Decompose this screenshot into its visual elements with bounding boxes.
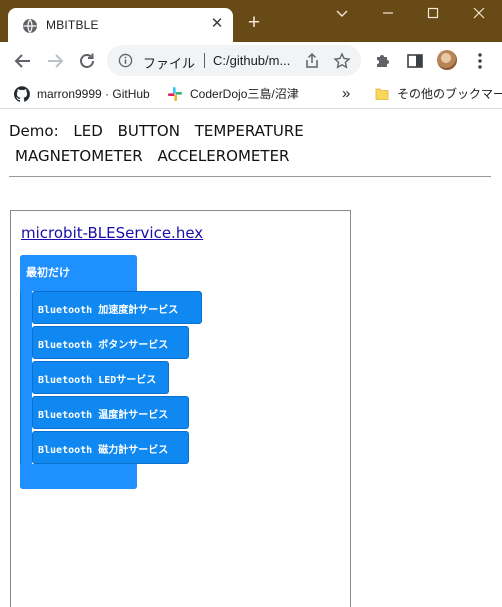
demo-link-magnetometer[interactable]: MAGNETOMETER	[15, 147, 143, 165]
new-tab-button[interactable]: +	[243, 12, 265, 35]
maximize-icon	[427, 7, 439, 19]
share-icon[interactable]	[303, 52, 321, 70]
hex-download-link[interactable]: microbit-BLEService.hex	[21, 224, 203, 242]
chevron-down-icon	[336, 10, 348, 17]
profile-avatar[interactable]	[437, 50, 457, 70]
demo-label: Demo:	[9, 122, 59, 140]
browser-toolbar: ファイル C:/github/m...	[0, 42, 502, 79]
block-label: Bluetooth 磁力計サービス	[38, 445, 169, 456]
back-arrow-icon[interactable]	[12, 50, 34, 72]
forward-arrow-icon[interactable]	[44, 50, 66, 72]
side-panel-icon[interactable]	[405, 51, 425, 71]
on-start-block-footer	[20, 464, 137, 489]
demo-link-button[interactable]: BUTTON	[118, 122, 180, 140]
bluetooth-led-block[interactable]: Bluetooth LEDサービス	[32, 361, 169, 394]
makecode-iframe: microbit-BLEService.hex 最初だけ Bluetooth 加…	[10, 210, 351, 607]
info-icon[interactable]	[118, 53, 133, 68]
bluetooth-accelerometer-block[interactable]: Bluetooth 加速度計サービス	[32, 291, 202, 324]
page-content: Demo: LED BUTTON TEMPERATURE MAGNETOMETE…	[0, 110, 502, 607]
slack-icon	[168, 87, 182, 101]
block-label: Bluetooth LEDサービス	[38, 375, 157, 386]
bookmark-label: marron9999 · GitHub	[37, 87, 150, 101]
reload-icon[interactable]	[76, 50, 98, 72]
horizontal-divider	[9, 176, 491, 177]
bluetooth-temperature-block[interactable]: Bluetooth 温度計サービス	[32, 396, 189, 429]
browser-tab-strip: MBITBLE ✕ +	[0, 0, 502, 42]
demo-link-led[interactable]: LED	[73, 122, 102, 140]
bluetooth-button-block[interactable]: Bluetooth ボタンサービス	[32, 326, 189, 359]
block-label: Bluetooth ボタンサービス	[38, 340, 169, 351]
demo-link-accelerometer[interactable]: ACCELEROMETER	[158, 147, 290, 165]
tab-title: MBITBLE	[46, 18, 99, 32]
demo-line-1: Demo: LED BUTTON TEMPERATURE	[9, 122, 314, 140]
browser-tab[interactable]: MBITBLE ✕	[8, 8, 233, 42]
demo-link-temperature[interactable]: TEMPERATURE	[195, 122, 304, 140]
minimize-icon	[383, 12, 393, 14]
bookmarks-overflow-chevron-icon[interactable]: »	[342, 85, 356, 103]
minimize-button[interactable]	[374, 6, 402, 26]
bookmarks-bar: marron9999 · GitHub CoderDojo三島/沼津 » その他…	[0, 79, 502, 109]
address-url[interactable]: C:/github/m...	[213, 53, 290, 68]
folder-icon	[375, 88, 389, 100]
globe-icon	[23, 19, 37, 33]
bookmark-label: CoderDojo三島/沼津	[190, 87, 299, 101]
bookmark-github[interactable]: marron9999 · GitHub	[14, 85, 154, 103]
github-icon	[14, 86, 30, 102]
address-bar[interactable]: ファイル C:/github/m...	[107, 45, 361, 76]
maximize-button[interactable]	[419, 6, 447, 26]
extensions-puzzle-icon[interactable]	[373, 51, 393, 71]
bookmark-label: その他のブックマーク	[397, 87, 502, 101]
on-start-block-header: 最初だけ	[20, 255, 137, 291]
demo-line-2: MAGNETOMETER ACCELEROMETER	[15, 147, 299, 165]
bookmark-star-icon[interactable]	[333, 52, 351, 70]
tab-search-button[interactable]	[328, 6, 356, 26]
more-menu-icon[interactable]	[470, 51, 490, 71]
block-label: Bluetooth 温度計サービス	[38, 410, 169, 421]
tab-close-icon[interactable]: ✕	[208, 15, 226, 33]
bluetooth-magnetometer-block[interactable]: Bluetooth 磁力計サービス	[32, 431, 189, 464]
bookmark-coderdojo[interactable]: CoderDojo三島/沼津	[167, 85, 317, 103]
address-separator	[204, 53, 205, 68]
address-scheme-label: ファイル	[143, 56, 196, 71]
close-window-button[interactable]	[465, 6, 493, 26]
on-start-label: 最初だけ	[26, 266, 70, 279]
block-label: Bluetooth 加速度計サービス	[38, 305, 179, 316]
bookmark-other-folder[interactable]: その他のブックマーク	[374, 85, 502, 103]
close-icon	[473, 7, 485, 19]
